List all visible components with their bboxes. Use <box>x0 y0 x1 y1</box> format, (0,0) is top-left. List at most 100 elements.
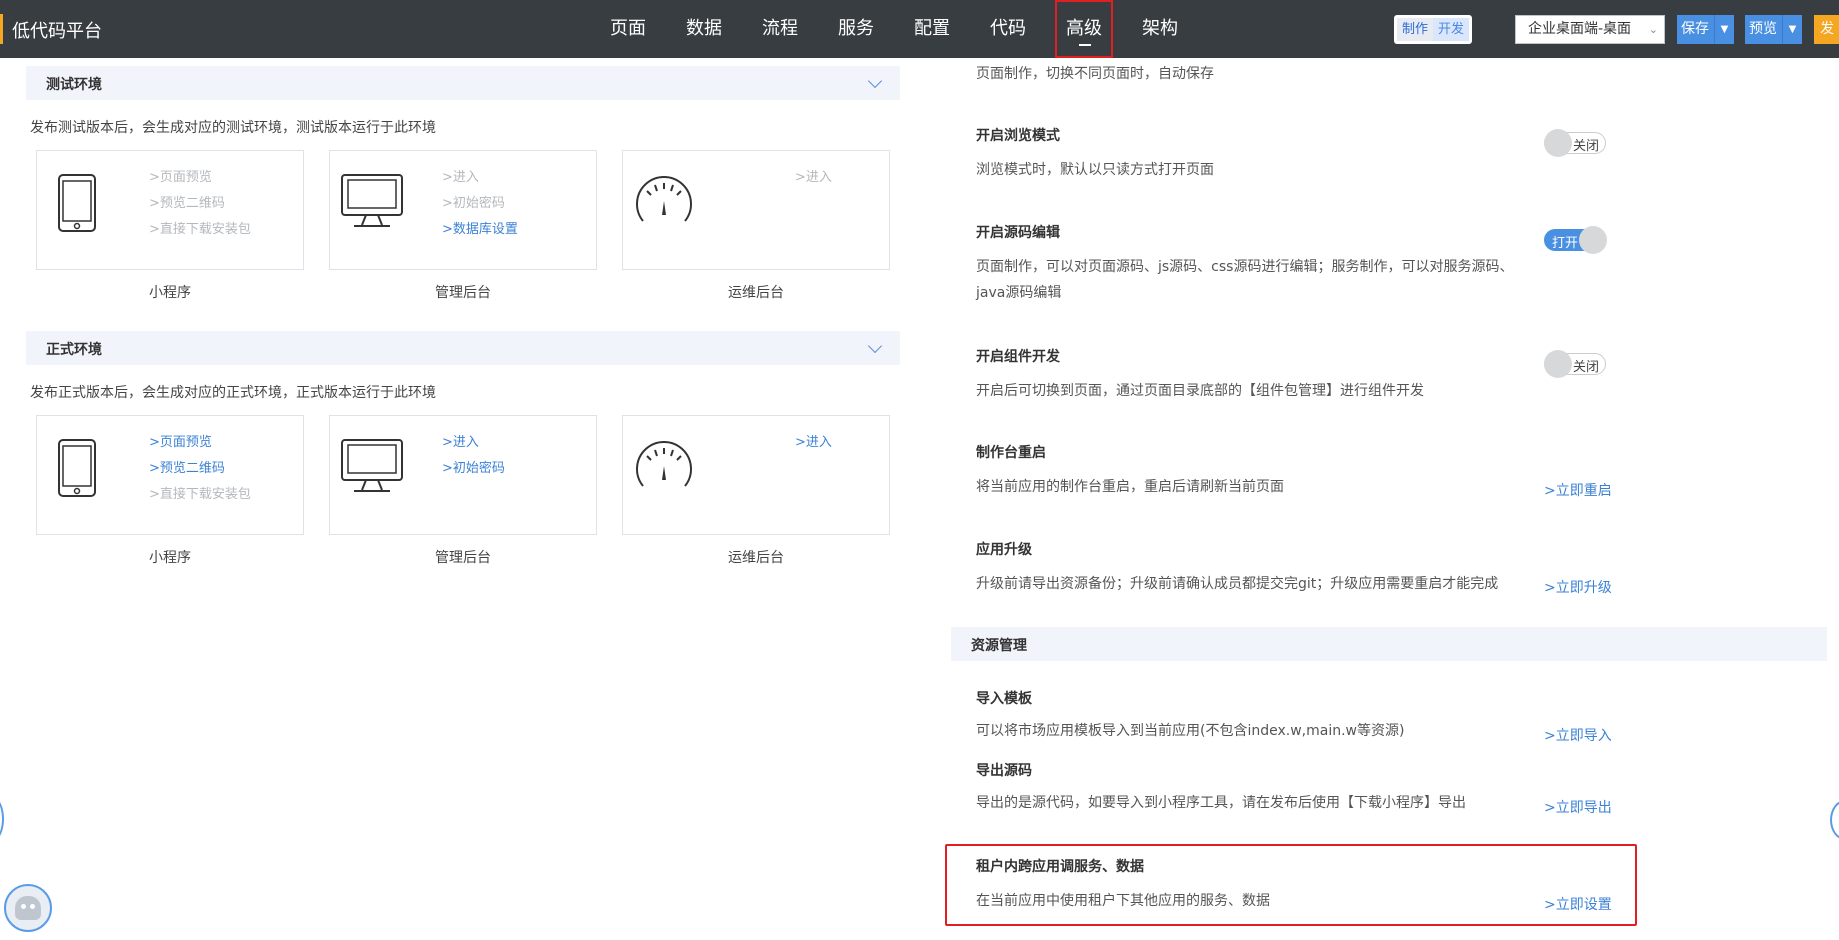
cross-app-desc: 在当前应用中使用租户下其他应用的服务、数据 <box>976 893 1270 909</box>
assistant-avatar[interactable] <box>4 884 52 932</box>
upgrade-title: 应用升级 <box>976 542 1032 558</box>
browse-mode-switch[interactable]: 关闭 <box>1544 129 1606 157</box>
initial-password-link[interactable]: >初始密码 <box>442 191 518 217</box>
component-dev-desc: 开启后可切换到页面，通过页面目录底部的【组件包管理】进行组件开发 <box>976 383 1424 399</box>
target-select-value: 企业桌面端-桌面 <box>1528 21 1632 37</box>
prod-env-desc: 发布正式版本后，会生成对应的正式环境，正式版本运行于此环境 <box>30 385 436 401</box>
chevron-down-icon[interactable] <box>867 73 883 89</box>
left-edge-handle[interactable] <box>0 797 4 841</box>
mobile-device-icon <box>58 174 96 232</box>
source-edit-desc-cont: java源码编辑 <box>976 285 1062 301</box>
enter-link[interactable]: >进入 <box>442 430 505 456</box>
right-edge-handle[interactable] <box>1830 800 1839 840</box>
enter-link[interactable]: >进入 <box>795 430 832 456</box>
prod-card-miniprogram: >页面预览 >预览二维码 >直接下载安装包 <box>36 415 304 535</box>
card-caption: 运维后台 <box>728 285 784 301</box>
switch-state: 关闭 <box>1572 139 1599 154</box>
test-env-title: 测试环境 <box>46 77 102 93</box>
import-link[interactable]: >立即导入 <box>1544 725 1612 745</box>
download-package-link[interactable]: >直接下载安装包 <box>149 482 251 508</box>
nav-item-advanced[interactable]: 高级 <box>1055 0 1113 58</box>
gauge-icon <box>636 441 692 487</box>
restart-link[interactable]: >立即重启 <box>1544 480 1612 500</box>
component-dev-switch[interactable]: 关闭 <box>1544 350 1606 378</box>
source-edit-title: 开启源码编辑 <box>976 225 1060 241</box>
card-caption: 小程序 <box>149 285 191 301</box>
prod-env-title: 正式环境 <box>46 342 102 358</box>
restart-title: 制作台重启 <box>976 445 1046 461</box>
resources-title: 资源管理 <box>971 638 1027 654</box>
preview-button-label: 预览 <box>1749 21 1777 37</box>
card-links: >页面预览 >预览二维码 >直接下载安装包 <box>149 430 251 508</box>
robot-icon <box>15 896 41 920</box>
test-card-ops: >进入 <box>622 150 890 270</box>
nav-item-config[interactable]: 配置 <box>900 0 964 58</box>
mode-make-button[interactable]: 制作 <box>1397 18 1433 41</box>
preview-qrcode-link[interactable]: >预览二维码 <box>149 456 251 482</box>
test-env-desc: 发布测试版本后，会生成对应的测试环境，测试版本运行于此环境 <box>30 120 436 136</box>
card-links: >进入 >初始密码 <box>442 430 505 482</box>
save-button[interactable]: 保存 ▼ <box>1677 15 1734 44</box>
brand-accent-bar <box>0 14 3 44</box>
browse-mode-desc: 浏览模式时，默认以只读方式打开页面 <box>976 162 1214 178</box>
target-select[interactable]: 企业桌面端-桌面 ⌄ <box>1515 15 1665 44</box>
nav-item-code[interactable]: 代码 <box>976 0 1040 58</box>
initial-password-link[interactable]: >初始密码 <box>442 456 505 482</box>
chevron-down-icon[interactable] <box>867 338 883 354</box>
prod-card-ops: >进入 <box>622 415 890 535</box>
upgrade-desc: 升级前请导出资源备份；升级前请确认成员都提交完git；升级应用需要重启才能完成 <box>976 576 1499 592</box>
card-caption: 运维后台 <box>728 550 784 566</box>
download-package-link[interactable]: >直接下载安装包 <box>149 217 251 243</box>
publish-button[interactable]: 发 <box>1814 15 1839 44</box>
page-preview-link[interactable]: >页面预览 <box>149 430 251 456</box>
cross-app-settings-link[interactable]: >立即设置 <box>1544 894 1612 914</box>
card-links: >进入 <box>795 165 832 191</box>
component-dev-title: 开启组件开发 <box>976 349 1060 365</box>
switch-knob <box>1579 226 1607 254</box>
gauge-icon <box>636 176 692 222</box>
switch-state: 打开 <box>1552 236 1579 251</box>
caret-down-icon[interactable]: ▼ <box>1782 15 1802 44</box>
source-edit-switch[interactable]: 打开 <box>1544 226 1607 254</box>
page-preview-link[interactable]: >页面预览 <box>149 165 251 191</box>
browse-mode-title: 开启浏览模式 <box>976 128 1060 144</box>
prod-env-header[interactable]: 正式环境 <box>26 331 900 365</box>
nav-item-flow[interactable]: 流程 <box>748 0 812 58</box>
mode-toggle: 制作 开发 <box>1394 15 1472 44</box>
restart-desc: 将当前应用的制作台重启，重启后请刷新当前页面 <box>976 479 1284 495</box>
upgrade-link[interactable]: >立即升级 <box>1544 577 1612 597</box>
card-links: >进入 >初始密码 >数据库设置 <box>442 165 518 243</box>
enter-link[interactable]: >进入 <box>442 165 518 191</box>
brand-title: 低代码平台 <box>12 21 102 42</box>
caret-down-icon[interactable]: ▼ <box>1714 15 1734 44</box>
card-caption: 管理后台 <box>435 285 491 301</box>
export-source-desc: 导出的是源代码，如要导入到小程序工具，请在发布后使用【下载小程序】导出 <box>976 795 1466 811</box>
preview-qrcode-link[interactable]: >预览二维码 <box>149 191 251 217</box>
prod-card-admin: >进入 >初始密码 <box>329 415 597 535</box>
import-template-title: 导入模板 <box>976 691 1032 707</box>
mobile-device-icon <box>58 439 96 497</box>
card-caption: 小程序 <box>149 550 191 566</box>
nav-item-data[interactable]: 数据 <box>672 0 736 58</box>
nav-item-page[interactable]: 页面 <box>596 0 660 58</box>
mode-dev-button[interactable]: 开发 <box>1433 18 1469 41</box>
nav-item-service[interactable]: 服务 <box>824 0 888 58</box>
test-env-header[interactable]: 测试环境 <box>26 66 900 100</box>
cross-app-title: 租户内跨应用调服务、数据 <box>976 859 1144 875</box>
chevron-down-icon: ⌄ <box>1648 23 1658 36</box>
card-caption: 管理后台 <box>435 550 491 566</box>
save-button-label: 保存 <box>1681 21 1709 37</box>
switch-state: 关闭 <box>1572 360 1599 375</box>
enter-link[interactable]: >进入 <box>795 165 832 191</box>
switch-knob <box>1544 350 1572 378</box>
resources-header: 资源管理 <box>951 627 1827 661</box>
monitor-icon <box>341 174 403 227</box>
card-links: >页面预览 >预览二维码 >直接下载安装包 <box>149 165 251 243</box>
database-settings-link[interactable]: >数据库设置 <box>442 217 518 243</box>
source-edit-desc: 页面制作，可以对页面源码、js源码、css源码进行编辑；服务制作，可以对服务源码… <box>976 259 1514 275</box>
switch-knob <box>1544 129 1572 157</box>
top-bar: 低代码平台 页面 数据 流程 服务 配置 代码 高级 架构 制作 开发 企业桌面… <box>0 0 1839 58</box>
preview-button[interactable]: 预览 ▼ <box>1745 15 1802 44</box>
nav-item-architecture[interactable]: 架构 <box>1128 0 1192 58</box>
export-link[interactable]: >立即导出 <box>1544 797 1612 817</box>
